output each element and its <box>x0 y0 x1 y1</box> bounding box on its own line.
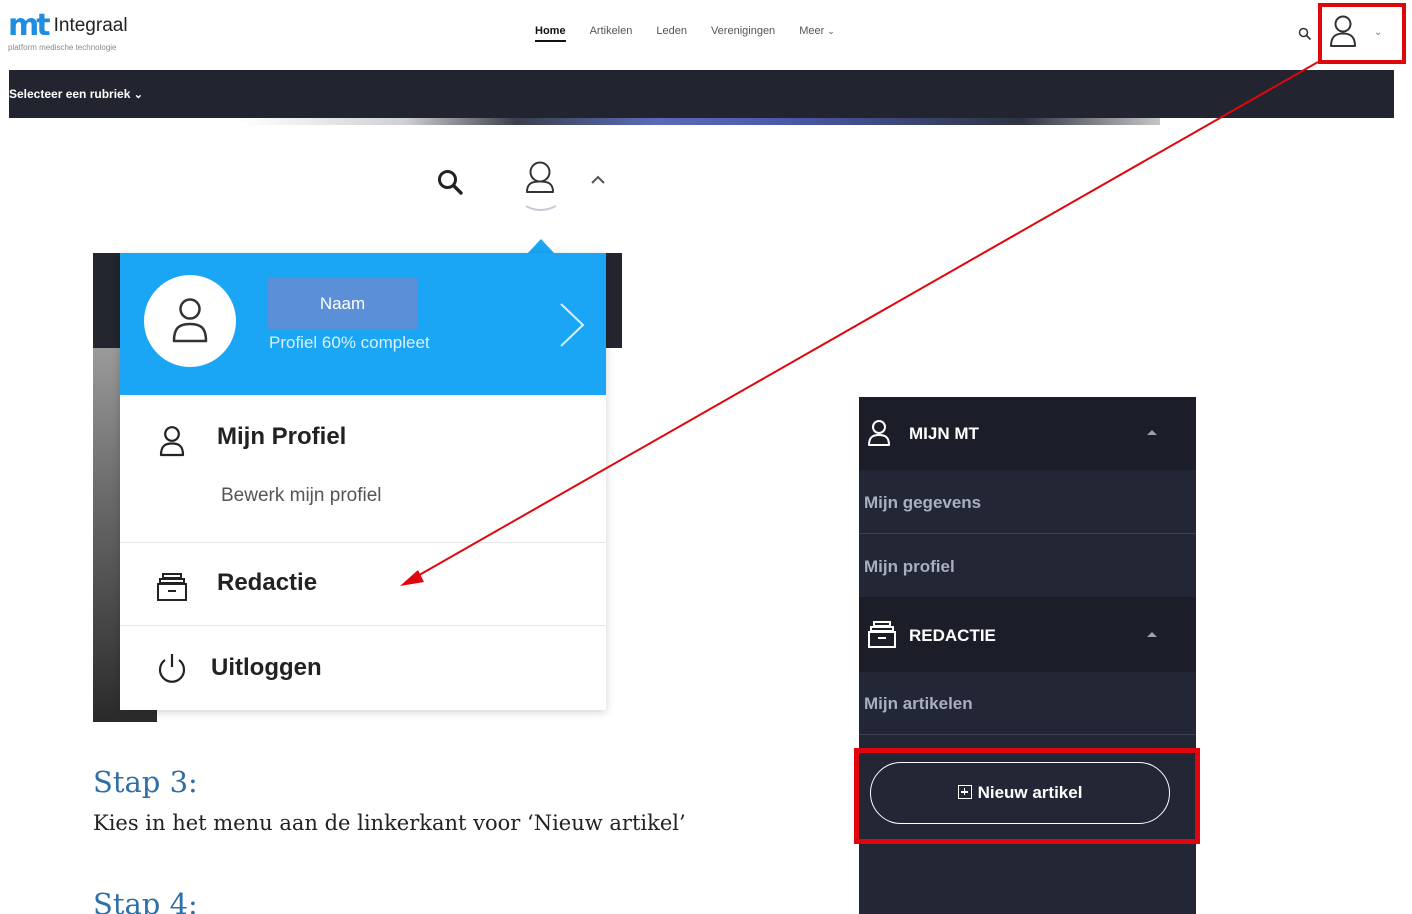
section-label: REDACTIE <box>909 626 996 645</box>
highlight-new-article <box>854 748 1200 844</box>
user-icon <box>159 426 185 457</box>
nav-leden[interactable]: Leden <box>656 25 687 42</box>
rubriek-bar: Selecteer een rubriek ⌄ <box>9 70 1394 118</box>
nav-artikelen[interactable]: Artikelen <box>590 25 633 42</box>
hero-image-strip <box>240 118 1160 125</box>
dropdown-profile-header[interactable]: Naam Profiel 60% compleet <box>120 253 606 395</box>
user-icon <box>868 420 890 446</box>
chevron-down-icon: ⌄ <box>133 89 143 101</box>
logo-mark: mt <box>8 8 51 43</box>
item-label: Mijn profiel <box>864 557 955 576</box>
chevron-up-icon <box>1147 430 1157 435</box>
power-icon <box>158 654 186 683</box>
user-icon[interactable] <box>510 152 570 214</box>
menu-item-redactie[interactable]: Redactie <box>120 543 606 626</box>
menu-item-label: Mijn Profiel <box>217 423 347 450</box>
section-label: MIJN MT <box>909 424 979 443</box>
nav-verenigingen[interactable]: Verenigingen <box>711 25 775 42</box>
logo-name: Integraal <box>53 15 128 36</box>
item-label: Mijn gegevens <box>864 493 982 512</box>
chevron-up-icon[interactable] <box>588 170 608 190</box>
menu-item-mijn-profiel[interactable]: Mijn Profiel Bewerk mijn profiel <box>120 395 606 543</box>
chevron-right-icon[interactable] <box>556 301 586 349</box>
logo-tagline: platform medische technologie <box>8 43 117 52</box>
side-menu-item-mijn-gegevens[interactable]: Mijn gegevens <box>859 471 1196 534</box>
profile-progress: Profiel 60% compleet <box>269 333 430 352</box>
chevron-up-icon <box>1147 632 1157 637</box>
item-label: Mijn artikelen <box>864 694 973 713</box>
rubriek-select[interactable]: Selecteer een rubriek ⌄ <box>9 87 143 101</box>
user-icon <box>172 298 208 343</box>
site-header: mt Integraal platform medische technologi… <box>0 0 1412 68</box>
main-nav: Home Artikelen Leden Verenigingen Meer ⌄ <box>535 25 835 42</box>
search-icon[interactable] <box>1298 26 1312 40</box>
site-logo[interactable]: mt Integraal platform medische technologi… <box>8 8 128 53</box>
menu-item-label: Uitloggen <box>211 654 322 681</box>
chevron-down-icon: ⌄ <box>827 26 835 36</box>
side-menu-section-redactie[interactable]: REDACTIE <box>859 597 1196 672</box>
rubriek-label: Selecteer een rubriek <box>9 87 131 101</box>
step-3-text: Kies in het menu aan de linkerkant voor … <box>93 811 686 835</box>
side-menu-section-mijn-mt[interactable]: MIJN MT <box>859 397 1196 470</box>
step-3-title: Stap 3: <box>93 765 198 799</box>
side-menu-item-mijn-artikelen[interactable]: Mijn artikelen <box>859 672 1196 735</box>
nav-meer[interactable]: Meer ⌄ <box>799 25 835 42</box>
menu-item-label: Redactie <box>217 569 318 596</box>
profile-name: Naam <box>268 278 417 329</box>
edit-profile-link[interactable]: Bewerk mijn profiel <box>221 485 382 507</box>
side-menu-item-mijn-profiel[interactable]: Mijn profiel <box>859 535 1196 598</box>
dropdown-caret <box>527 239 555 254</box>
inbox-icon <box>868 621 896 648</box>
nav-home[interactable]: Home <box>535 25 566 42</box>
inbox-icon <box>157 573 187 601</box>
avatar <box>144 275 236 367</box>
nav-meer-label: Meer <box>799 25 825 37</box>
highlight-user-menu <box>1318 3 1406 64</box>
menu-item-uitloggen[interactable]: Uitloggen <box>120 626 606 710</box>
step-4-title: Stap 4: <box>93 887 198 914</box>
user-dropdown: Naam Profiel 60% compleet Mijn Profiel B… <box>120 253 606 710</box>
search-icon[interactable] <box>436 168 464 196</box>
